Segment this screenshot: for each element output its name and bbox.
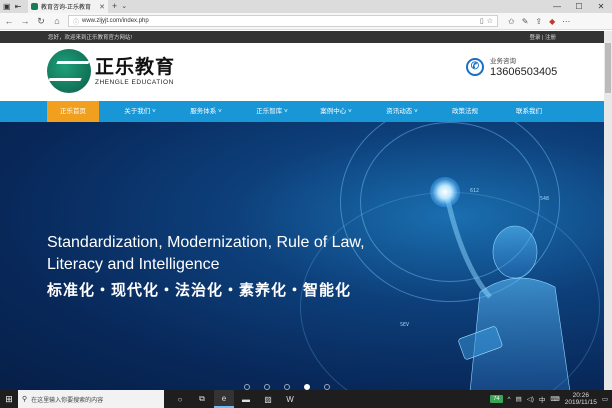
tab-close-icon[interactable]: ✕ xyxy=(99,3,105,11)
address-bar[interactable]: ⓘ www.zljyjt.com/index.php ▯ ☆ xyxy=(68,15,498,27)
login-register-link[interactable]: 登录 | 注册 xyxy=(530,33,557,41)
taskbar-apps: ○ ⧉ e ▬ ▨ W xyxy=(170,390,300,408)
site-favicon-icon xyxy=(31,3,38,10)
welcome-text: 您好，欢迎来到正乐教育官方网站! xyxy=(48,35,133,41)
scrollbar-thumb[interactable] xyxy=(605,43,611,93)
photos-app-icon[interactable]: ▨ xyxy=(258,390,278,408)
browser-nav-bar: ← → ↻ ⌂ ⓘ www.zljyjt.com/index.php ▯ ☆ ✩… xyxy=(0,13,612,30)
new-tab-button[interactable]: + xyxy=(108,0,121,13)
word-app-icon[interactable]: W xyxy=(280,390,300,408)
screen: ▣ ⇤ 教育咨询-正乐教育 ✕ + ⌄ — ☐ ✕ ← → ↻ ⌂ ⓘ www.… xyxy=(0,0,612,408)
windows-taskbar: ⊞ ⚲ 在这里输入你要搜索的内容 ○ ⧉ e ▬ ▨ W 74 ^ ▤ ◁) 中… xyxy=(0,390,612,408)
tab-title: 教育咨询-正乐教育 xyxy=(41,5,91,11)
menu-item-news[interactable]: 资讯动态 ˅ xyxy=(374,101,430,122)
hero-english-headline: Standardization, Modernization, Rule of … xyxy=(47,234,365,274)
clock-time: 20:26 xyxy=(572,392,589,399)
battery-indicator[interactable]: 74 xyxy=(490,395,503,403)
favorite-star-icon[interactable]: ☆ xyxy=(487,17,493,25)
contact-block: ✆ 业务咨询 13606503405 xyxy=(466,55,557,78)
page-scrollbar[interactable] xyxy=(604,31,612,392)
favorites-hub-icon[interactable]: ✩ xyxy=(508,17,515,26)
phone-icon: ✆ xyxy=(466,57,484,76)
extension-shield-icon[interactable]: ◆ xyxy=(549,17,555,26)
file-explorer-icon[interactable]: ▬ xyxy=(236,390,256,408)
search-icon: ⚲ xyxy=(22,396,28,403)
browser-tab-strip: ▣ ⇤ 教育咨询-正乐教育 ✕ + ⌄ — ☐ ✕ xyxy=(0,0,612,13)
hero-banner: 612 548 SEV Standardization, Modernizati… xyxy=(0,122,604,392)
menu-item-home[interactable]: 正乐首页 xyxy=(47,101,99,122)
minimize-button[interactable]: — xyxy=(546,0,568,13)
more-menu-icon[interactable]: ⋯ xyxy=(562,17,570,26)
system-tray: 74 ^ ▤ ◁) 中 ⌨ 20:26 2019/11/15 ▭ xyxy=(490,392,612,406)
maximize-button[interactable]: ☐ xyxy=(568,0,590,13)
hero-english-line-2: Literacy and Intelligence xyxy=(47,256,220,273)
menu-item-services[interactable]: 服务体系 ˅ xyxy=(178,101,234,122)
decorative-digits: SEV xyxy=(400,322,410,328)
digital-human-figure-icon xyxy=(442,186,570,392)
site-top-strip: 您好，欢迎来到正乐教育官方网站! 登录 | 注册 xyxy=(0,31,604,43)
menu-item-about[interactable]: 关于我们 ˅ xyxy=(112,101,168,122)
glowing-light-orb xyxy=(430,177,460,207)
site-logo[interactable]: 正乐教育 ZHENGLE EDUCATION xyxy=(47,49,175,93)
taskbar-search-placeholder: 在这里输入你要搜索的内容 xyxy=(31,397,104,404)
task-view-icon[interactable]: ⧉ xyxy=(192,390,212,408)
network-icon[interactable]: ▤ xyxy=(516,395,522,403)
hero-english-line-1: Standardization, Modernization, Rule of … xyxy=(47,234,365,251)
volume-icon[interactable]: ◁) xyxy=(527,395,534,403)
cortana-circle-icon[interactable]: ○ xyxy=(170,390,190,408)
site-header: 正乐教育 ZHENGLE EDUCATION ✆ 业务咨询 1360650340… xyxy=(0,43,604,101)
notifications-icon[interactable]: ▭ xyxy=(602,395,608,403)
logo-emblem-icon xyxy=(47,49,91,93)
windows-start-icon[interactable]: ⊞ xyxy=(0,390,18,408)
logo-english-name: ZHENGLE EDUCATION xyxy=(95,78,174,86)
page-info-icon[interactable]: ⓘ xyxy=(73,17,79,26)
menu-item-think-tank[interactable]: 正乐智库 ˅ xyxy=(244,101,300,122)
menu-item-policy[interactable]: 政策法规 xyxy=(440,101,490,122)
forward-arrow-icon[interactable]: → xyxy=(20,16,30,26)
logo-chinese-name: 正乐教育 xyxy=(95,56,176,78)
tab-preview-icon[interactable]: ▣ xyxy=(3,0,11,13)
reading-view-icon[interactable]: ▯ xyxy=(480,17,484,25)
url-text[interactable]: www.zljyjt.com/index.php xyxy=(82,18,477,24)
ime-indicator[interactable]: 中 xyxy=(539,394,546,404)
browser-tab[interactable]: 教育咨询-正乐教育 ✕ xyxy=(28,0,108,13)
back-tabs-icon[interactable]: ⇤ xyxy=(15,0,22,13)
back-arrow-icon[interactable]: ← xyxy=(4,16,14,26)
notes-pen-icon[interactable]: ✎ xyxy=(522,17,529,26)
close-window-button[interactable]: ✕ xyxy=(590,0,612,13)
edge-browser-icon[interactable]: e xyxy=(214,390,234,408)
menu-item-cases[interactable]: 案例中心 ˅ xyxy=(308,101,364,122)
tab-list-button[interactable]: ⌄ xyxy=(121,0,127,13)
taskbar-clock[interactable]: 20:26 2019/11/15 xyxy=(565,392,597,406)
ime-mode-icon[interactable]: ⌨ xyxy=(550,395,559,403)
home-icon[interactable]: ⌂ xyxy=(52,16,62,26)
browser-toolbar-icons: ✩ ✎ ⇪ ◆ ⋯ xyxy=(508,17,570,26)
tab-strip-left-icons: ▣ ⇤ xyxy=(0,0,28,13)
tray-overflow-icon[interactable]: ^ xyxy=(508,396,511,403)
taskbar-search-box[interactable]: ⚲ 在这里输入你要搜索的内容 xyxy=(18,390,164,408)
contact-phone: 13606503405 xyxy=(490,66,558,78)
share-icon[interactable]: ⇪ xyxy=(535,17,542,26)
window-controls: — ☐ ✕ xyxy=(546,0,612,13)
contact-label: 业务咨询 xyxy=(490,58,516,65)
menu-item-contact[interactable]: 联系我们 xyxy=(504,101,554,122)
hero-chinese-slogan: 标准化・现代化・法治化・素养化・智能化 xyxy=(47,282,352,299)
clock-date: 2019/11/15 xyxy=(564,399,597,406)
refresh-icon[interactable]: ↻ xyxy=(36,16,46,27)
main-menu: 正乐首页 关于我们 ˅ 服务体系 ˅ 正乐智库 ˅ 案例中心 ˅ 资讯动态 ˅ … xyxy=(0,101,604,122)
logo-text: 正乐教育 ZHENGLE EDUCATION xyxy=(95,57,175,86)
